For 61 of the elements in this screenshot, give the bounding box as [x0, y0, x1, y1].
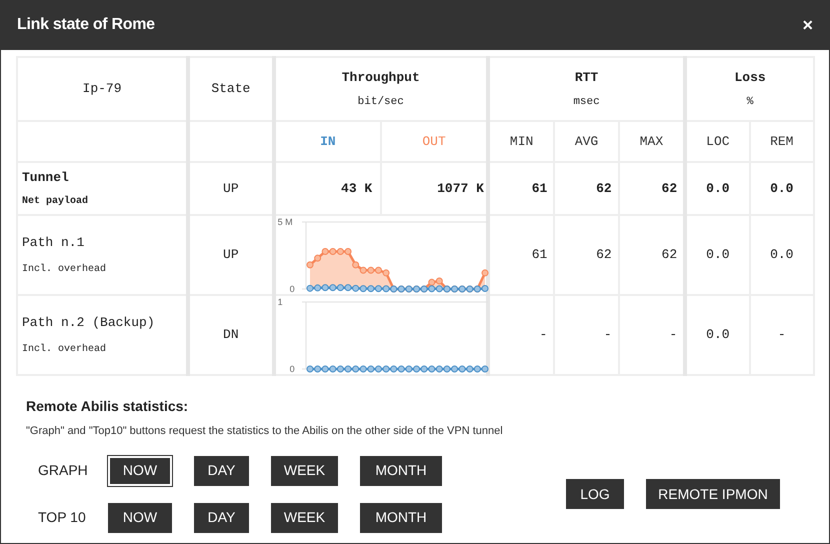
- table-cell: -: [669, 327, 678, 342]
- table-cell: -: [604, 327, 612, 342]
- state-label: UP: [223, 180, 239, 196]
- table-cell: 1077 K: [437, 180, 484, 196]
- period-button[interactable]: MONTH: [360, 456, 442, 486]
- column-header: REM: [770, 134, 794, 149]
- row-label: GRAPH: [37, 461, 89, 480]
- axis-label: 0: [290, 363, 295, 375]
- column-header: AVG: [574, 134, 598, 149]
- row-title: Path n.2 (Backup): [22, 314, 156, 332]
- period-button[interactable]: WEEK: [271, 456, 338, 486]
- unit-label: msec: [572, 94, 601, 110]
- column-header: Throughput: [340, 69, 421, 87]
- table-cell: 0.0: [706, 180, 730, 196]
- row-subtitle: Incl. overhead: [22, 262, 108, 278]
- row-subtitle: Incl. overhead: [22, 342, 108, 358]
- table-cell: 0.0: [706, 327, 730, 342]
- state-label: DN: [223, 327, 239, 342]
- section-note: "Graph" and "Top10" buttons request the statistics to the Abilis on the other side of the VPN tunnel: [26, 424, 504, 439]
- action-button[interactable]: REMOTE IPMON: [646, 479, 780, 509]
- column-header: MAX: [640, 134, 664, 149]
- column-header: Ip-79: [82, 81, 122, 96]
- column-header: Loss: [733, 69, 767, 87]
- column-header: LOC: [706, 134, 730, 149]
- axis-label: 0: [290, 283, 295, 295]
- table-cell: 62: [662, 180, 678, 196]
- table-cell: 0.0: [770, 247, 794, 262]
- column-header: State: [211, 81, 250, 96]
- period-button[interactable]: NOW: [108, 456, 172, 486]
- window-title: Link state of Rome: [17, 15, 155, 35]
- axis-label: 5 M: [278, 216, 293, 228]
- table-cell: 62: [596, 180, 612, 196]
- table-cell: -: [778, 327, 786, 342]
- state-label: UP: [223, 247, 239, 262]
- column-header: OUT: [422, 134, 446, 149]
- table-cell: 43 K: [341, 180, 372, 196]
- column-header: IN: [320, 134, 336, 149]
- table-cell: 0.0: [770, 180, 794, 196]
- table-cell: 61: [532, 180, 548, 196]
- table-cell: -: [540, 327, 548, 342]
- unit-label: bit/sec: [356, 94, 405, 110]
- section-title: Remote Abilis statistics:: [26, 397, 190, 416]
- axis-label: 1: [278, 296, 283, 308]
- row-title: Tunnel: [22, 169, 70, 188]
- row-subtitle: Net payload: [22, 194, 90, 209]
- period-button[interactable]: NOW: [108, 502, 172, 532]
- row-label: TOP 10: [37, 508, 87, 527]
- unit-label: %: [746, 94, 754, 110]
- table-cell: 61: [532, 247, 548, 262]
- column-header: RTT: [574, 69, 600, 87]
- action-button[interactable]: LOG: [566, 479, 624, 509]
- row-title: Path n.1: [22, 234, 86, 252]
- period-button[interactable]: MONTH: [360, 502, 442, 532]
- close-button[interactable]: ×: [802, 16, 813, 34]
- period-button[interactable]: WEEK: [271, 502, 338, 532]
- table-cell: 62: [596, 247, 612, 262]
- table-cell: 62: [662, 247, 678, 262]
- table-cell: 0.0: [706, 247, 730, 262]
- column-header: MIN: [510, 134, 534, 149]
- period-button[interactable]: DAY: [194, 502, 249, 532]
- period-button[interactable]: DAY: [194, 456, 249, 486]
